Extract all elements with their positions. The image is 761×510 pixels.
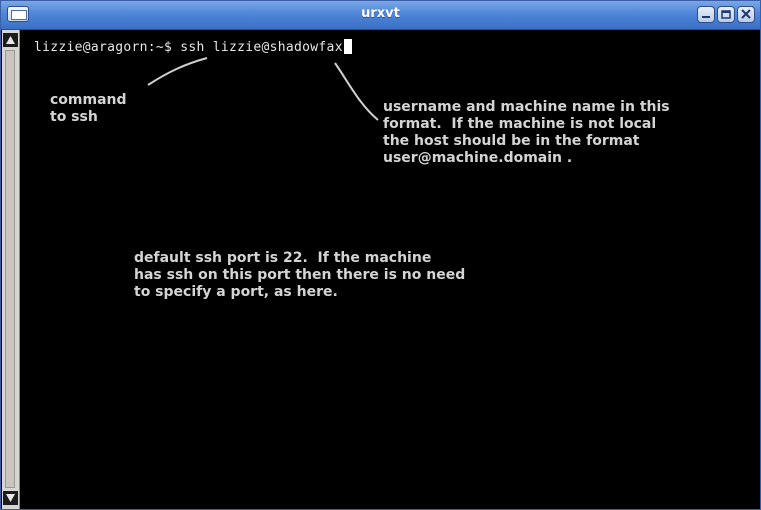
minimize-button[interactable] xyxy=(697,6,715,23)
close-button[interactable] xyxy=(737,6,755,23)
minimize-icon xyxy=(702,16,710,18)
scroll-up-button[interactable] xyxy=(3,33,18,47)
title-bar[interactable]: urxvt xyxy=(1,1,760,30)
vertical-scrollbar[interactable] xyxy=(2,30,20,509)
scroll-down-button[interactable] xyxy=(3,491,18,505)
maximize-button[interactable] xyxy=(717,6,735,23)
maximize-icon xyxy=(721,10,731,19)
username-arrow xyxy=(334,62,379,121)
arrow-down-icon xyxy=(6,494,15,502)
terminal-area[interactable]: lizzie@aragorn:~$ ssh lizzie@shadowfax c… xyxy=(20,30,760,509)
terminal-window: urxvt lizzie@aragorn:~$ ssh lizzie@shado… xyxy=(0,0,761,510)
annotation-arrows xyxy=(147,57,379,121)
command-arrow xyxy=(147,57,208,86)
scrollbar-track[interactable] xyxy=(5,50,15,488)
arrow-up-icon xyxy=(6,36,15,44)
close-icon xyxy=(741,9,751,19)
window-title: urxvt xyxy=(361,6,400,21)
